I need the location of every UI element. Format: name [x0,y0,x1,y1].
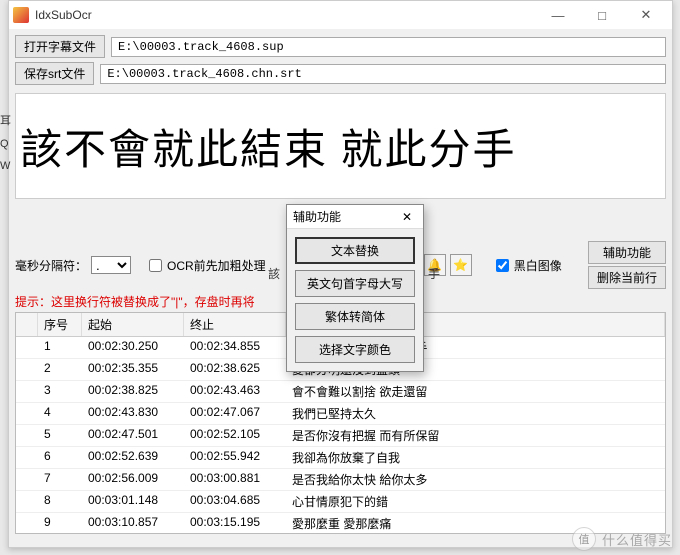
star-icon[interactable]: ⭐ [450,254,472,276]
trad-to-simp-button[interactable]: 繁体转简体 [295,303,415,330]
col-end[interactable]: 终止 [184,313,286,336]
col-blank[interactable] [16,313,38,336]
row-index: 3 [38,381,82,402]
row-index: 6 [38,447,82,468]
row-text: 我卻為你放棄了自我 [286,447,665,468]
row-marker [16,425,38,446]
row-start: 00:02:35.355 [82,359,184,380]
row-index: 7 [38,469,82,490]
table-row[interactable]: 700:02:56.00900:03:00.881是否我給你太快 給你太多 [16,469,665,491]
table-row[interactable]: 900:03:10.85700:03:15.195愛那麼重 愛那麼痛 [16,513,665,534]
row-start: 00:02:56.009 [82,469,184,490]
row-marker [16,447,38,468]
app-title: IdxSubOcr [35,8,92,22]
ms-sep-select[interactable]: . [91,256,131,274]
row-text: 我們已堅持太久 [286,403,665,424]
row-end: 00:03:15.195 [184,513,286,534]
row-text: 會不會難以割捨 欲走還留 [286,381,665,402]
row-start: 00:02:30.250 [82,337,184,358]
pre-bold-checkbox[interactable]: OCR前先加粗处理 [145,256,266,275]
row-marker [16,403,38,424]
text-color-button[interactable]: 选择文字颜色 [295,336,415,363]
subtitle-preview-text: 該不會就此結束 就此分手 [20,116,517,177]
row-end: 00:03:04.685 [184,491,286,512]
row-end: 00:02:34.855 [184,337,286,358]
row-end: 00:03:00.881 [184,469,286,490]
table-row[interactable]: 400:02:43.83000:02:47.067我們已堅持太久 [16,403,665,425]
row-marker [16,491,38,512]
row-end: 00:02:47.067 [184,403,286,424]
preview-echo-left: 該 [268,265,280,282]
capitalize-button[interactable]: 英文句首字母大写 [295,270,415,297]
bw-image-checkbox[interactable]: 黑白图像 [492,256,562,275]
maximize-button[interactable]: □ [580,1,624,29]
aux-dialog: 辅助功能 ✕ 文本替换 英文句首字母大写 繁体转简体 选择文字颜色 [286,204,424,372]
row-marker [16,337,38,358]
close-button[interactable]: ✕ [624,1,668,29]
preview-echo-right: 手 [428,265,440,282]
text-replace-button[interactable]: 文本替换 [295,237,415,264]
aux-dialog-titlebar[interactable]: 辅助功能 ✕ [287,205,423,229]
row-end: 00:02:52.105 [184,425,286,446]
subtitle-preview-panel: 該不會就此結束 就此分手 [15,93,666,199]
row-text: 是否我給你太快 給你太多 [286,469,665,490]
row-end: 00:02:38.625 [184,359,286,380]
row-start: 00:02:38.825 [82,381,184,402]
save-srt-button[interactable]: 保存srt文件 [15,62,94,85]
row-marker [16,381,38,402]
table-row[interactable]: 800:03:01.14800:03:04.685心甘情原犯下的錯 [16,491,665,513]
row-marker [16,513,38,534]
row-start: 00:02:47.501 [82,425,184,446]
row-marker [16,469,38,490]
col-index[interactable]: 序号 [38,313,82,336]
row-start: 00:03:10.857 [82,513,184,534]
minimize-button[interactable]: — [536,1,580,29]
row-start: 00:02:43.830 [82,403,184,424]
open-subtitle-button[interactable]: 打开字幕文件 [15,35,105,58]
watermark: 值 什么值得买 [572,527,672,551]
watermark-icon: 值 [572,527,596,551]
row-index: 1 [38,337,82,358]
save-path-input[interactable] [100,64,666,84]
left-crop-fragments: 耳 Q W [0,112,8,172]
row-index: 4 [38,403,82,424]
aux-functions-button[interactable]: 辅助功能 [588,241,666,264]
row-index: 9 [38,513,82,534]
row-end: 00:02:43.463 [184,381,286,402]
table-row[interactable]: 600:02:52.63900:02:55.942我卻為你放棄了自我 [16,447,665,469]
col-start[interactable]: 起始 [82,313,184,336]
delete-row-button[interactable]: 删除当前行 [588,266,666,289]
row-index: 8 [38,491,82,512]
table-row[interactable]: 500:02:47.50100:02:52.105是否你沒有把握 而有所保留 [16,425,665,447]
row-index: 5 [38,425,82,446]
row-start: 00:03:01.148 [82,491,184,512]
ms-sep-label: 毫秒分隔符： [15,257,87,274]
app-icon [13,7,29,23]
aux-dialog-title: 辅助功能 [293,208,341,225]
watermark-text: 什么值得买 [602,530,672,549]
row-text: 是否你沒有把握 而有所保留 [286,425,665,446]
open-path-input[interactable] [111,37,666,57]
row-text: 心甘情原犯下的錯 [286,491,665,512]
aux-dialog-close-icon[interactable]: ✕ [397,210,417,224]
row-start: 00:02:52.639 [82,447,184,468]
row-marker [16,359,38,380]
titlebar[interactable]: IdxSubOcr — □ ✕ [9,1,672,29]
row-end: 00:02:55.942 [184,447,286,468]
table-row[interactable]: 300:02:38.82500:02:43.463會不會難以割捨 欲走還留 [16,381,665,403]
row-index: 2 [38,359,82,380]
